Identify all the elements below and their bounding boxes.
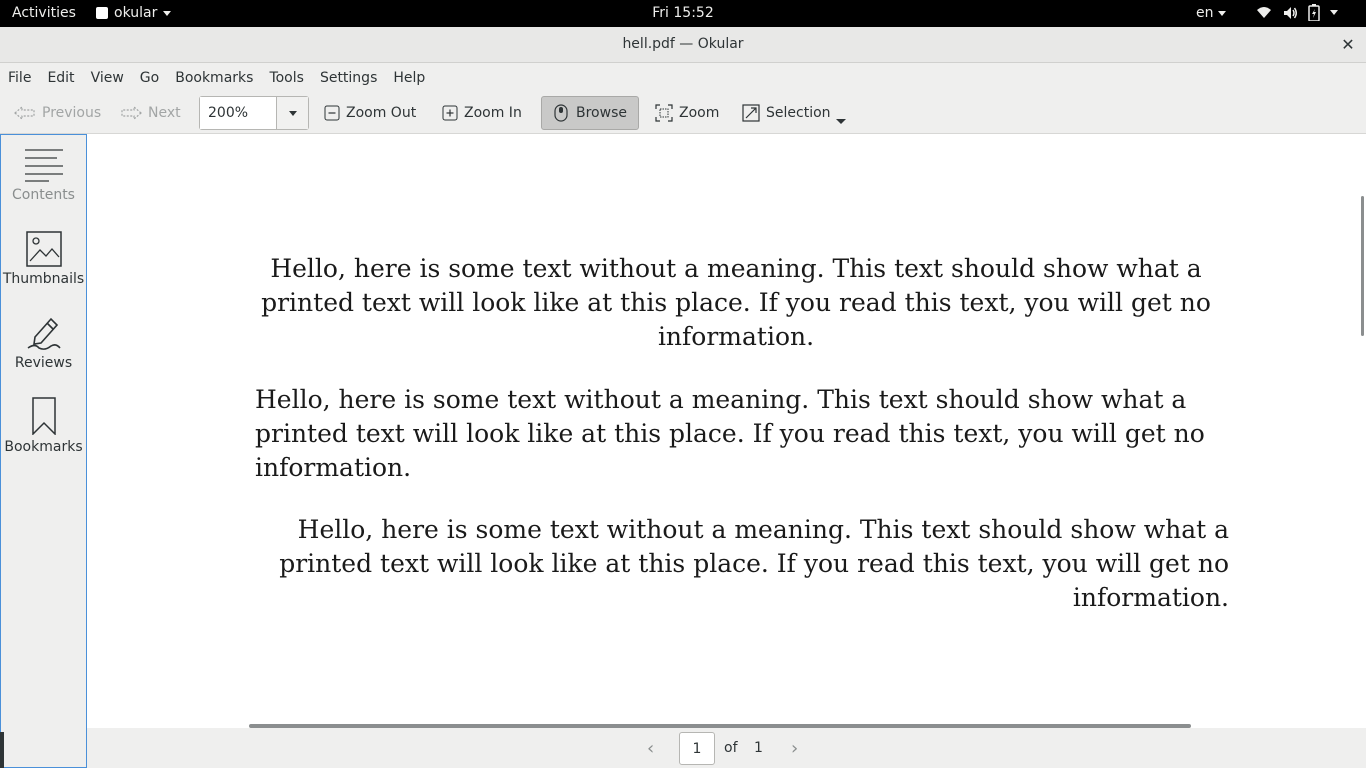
next-page-chevron-icon[interactable]: › (791, 738, 798, 759)
sidebar-item-bookmarks[interactable]: Bookmarks (1, 397, 86, 455)
sidebar-item-label: Contents (12, 187, 75, 203)
zoom-tool-icon (655, 104, 673, 122)
zoom-in-label: Zoom In (464, 105, 522, 121)
language-selector[interactable]: en (1196, 5, 1226, 21)
selection-label: Selection (766, 105, 831, 121)
previous-page-icon (14, 105, 35, 121)
menu-tools[interactable]: Tools (269, 70, 304, 86)
zoom-dropdown-button[interactable] (276, 97, 308, 129)
document-paragraph-centered: Hello, here is some text without a meani… (261, 254, 1211, 351)
bookmark-icon (31, 397, 56, 435)
zoom-tool-label: Zoom (679, 105, 720, 121)
vertical-scrollbar[interactable] (1361, 196, 1364, 336)
contents-icon (24, 149, 63, 182)
window-title-bar: hell.pdf — Okular ✕ (0, 27, 1366, 63)
selection-icon (742, 104, 760, 122)
menu-view[interactable]: View (91, 70, 124, 86)
previous-label: Previous (42, 105, 102, 121)
menu-file[interactable]: File (8, 70, 31, 86)
chevron-down-icon (163, 10, 172, 16)
previous-button[interactable]: Previous (8, 96, 107, 130)
sidebar-item-label: Thumbnails (2, 271, 85, 287)
activities-button[interactable]: Activities (12, 5, 76, 21)
zoom-out-label: Zoom Out (346, 105, 417, 121)
selection-tool-button[interactable]: Selection (736, 96, 837, 130)
next-label: Next (148, 105, 181, 121)
clock[interactable]: Fri 15:52 (652, 5, 713, 21)
zoom-out-icon (324, 105, 340, 121)
gnome-top-bar: Activities okular Fri 15:52 en (0, 0, 1366, 27)
window-title: hell.pdf — Okular (622, 36, 744, 52)
zoom-combobox[interactable] (199, 96, 309, 130)
menu-help[interactable]: Help (393, 70, 425, 86)
sidebar-resize-handle[interactable] (0, 732, 4, 768)
close-icon[interactable]: ✕ (1338, 35, 1358, 55)
system-tray[interactable] (1256, 4, 1338, 21)
menu-bookmarks[interactable]: Bookmarks (175, 70, 253, 86)
clock-container: Fri 15:52 (0, 5, 1366, 21)
current-page-input[interactable] (679, 732, 715, 765)
chevron-down-icon (1217, 10, 1226, 16)
sidebar-item-contents[interactable]: Contents (1, 147, 86, 203)
toolbar-overflow-chevron-icon[interactable] (836, 119, 846, 124)
zoom-in-icon (442, 105, 458, 121)
browse-label: Browse (576, 105, 627, 121)
previous-page-chevron-icon[interactable]: ‹ (647, 738, 654, 759)
thumbnails-icon (25, 231, 62, 267)
sidebar-panel: Contents Thumbnails Reviews Bookmarks (0, 134, 87, 768)
sidebar-item-reviews[interactable]: Reviews (1, 315, 86, 371)
volume-icon (1284, 6, 1297, 19)
sidebar-item-label: Reviews (14, 355, 73, 371)
page-of-label: of (724, 740, 738, 756)
menu-go[interactable]: Go (140, 70, 159, 86)
app-menu[interactable]: okular (96, 5, 172, 21)
menu-bar: File Edit View Go Bookmarks Tools Settin… (0, 63, 1366, 92)
battery-icon (1308, 4, 1320, 21)
next-button[interactable]: Next (114, 96, 187, 130)
zoom-out-button[interactable]: Zoom Out (318, 96, 422, 130)
zoom-level-input[interactable] (200, 97, 276, 129)
menu-edit[interactable]: Edit (47, 70, 74, 86)
menu-settings[interactable]: Settings (320, 70, 377, 86)
document-view[interactable]: Hello, here is some text without a meani… (87, 134, 1366, 728)
document-paragraph-right: Hello, here is some text without a meani… (279, 515, 1229, 612)
chevron-down-icon (288, 110, 297, 116)
sidebar-item-thumbnails[interactable]: Thumbnails (1, 231, 86, 287)
mouse-icon (554, 104, 568, 122)
page-navigation-bar: ‹ of 1 › (87, 728, 1366, 768)
zoom-tool-button[interactable]: Zoom (649, 96, 725, 130)
zoom-in-button[interactable]: Zoom In (436, 96, 528, 130)
reviews-icon (27, 317, 61, 350)
total-pages-label: 1 (754, 740, 763, 756)
language-label: en (1196, 5, 1214, 21)
chevron-down-icon (1330, 10, 1338, 15)
sidebar-item-label: Bookmarks (4, 439, 83, 455)
document-paragraph-left: Hello, here is some text without a meani… (255, 385, 1205, 482)
app-menu-label: okular (114, 5, 158, 21)
app-icon (96, 7, 108, 19)
next-page-icon (121, 105, 142, 121)
browse-tool-button[interactable]: Browse (541, 96, 639, 130)
wifi-icon (1257, 6, 1271, 18)
